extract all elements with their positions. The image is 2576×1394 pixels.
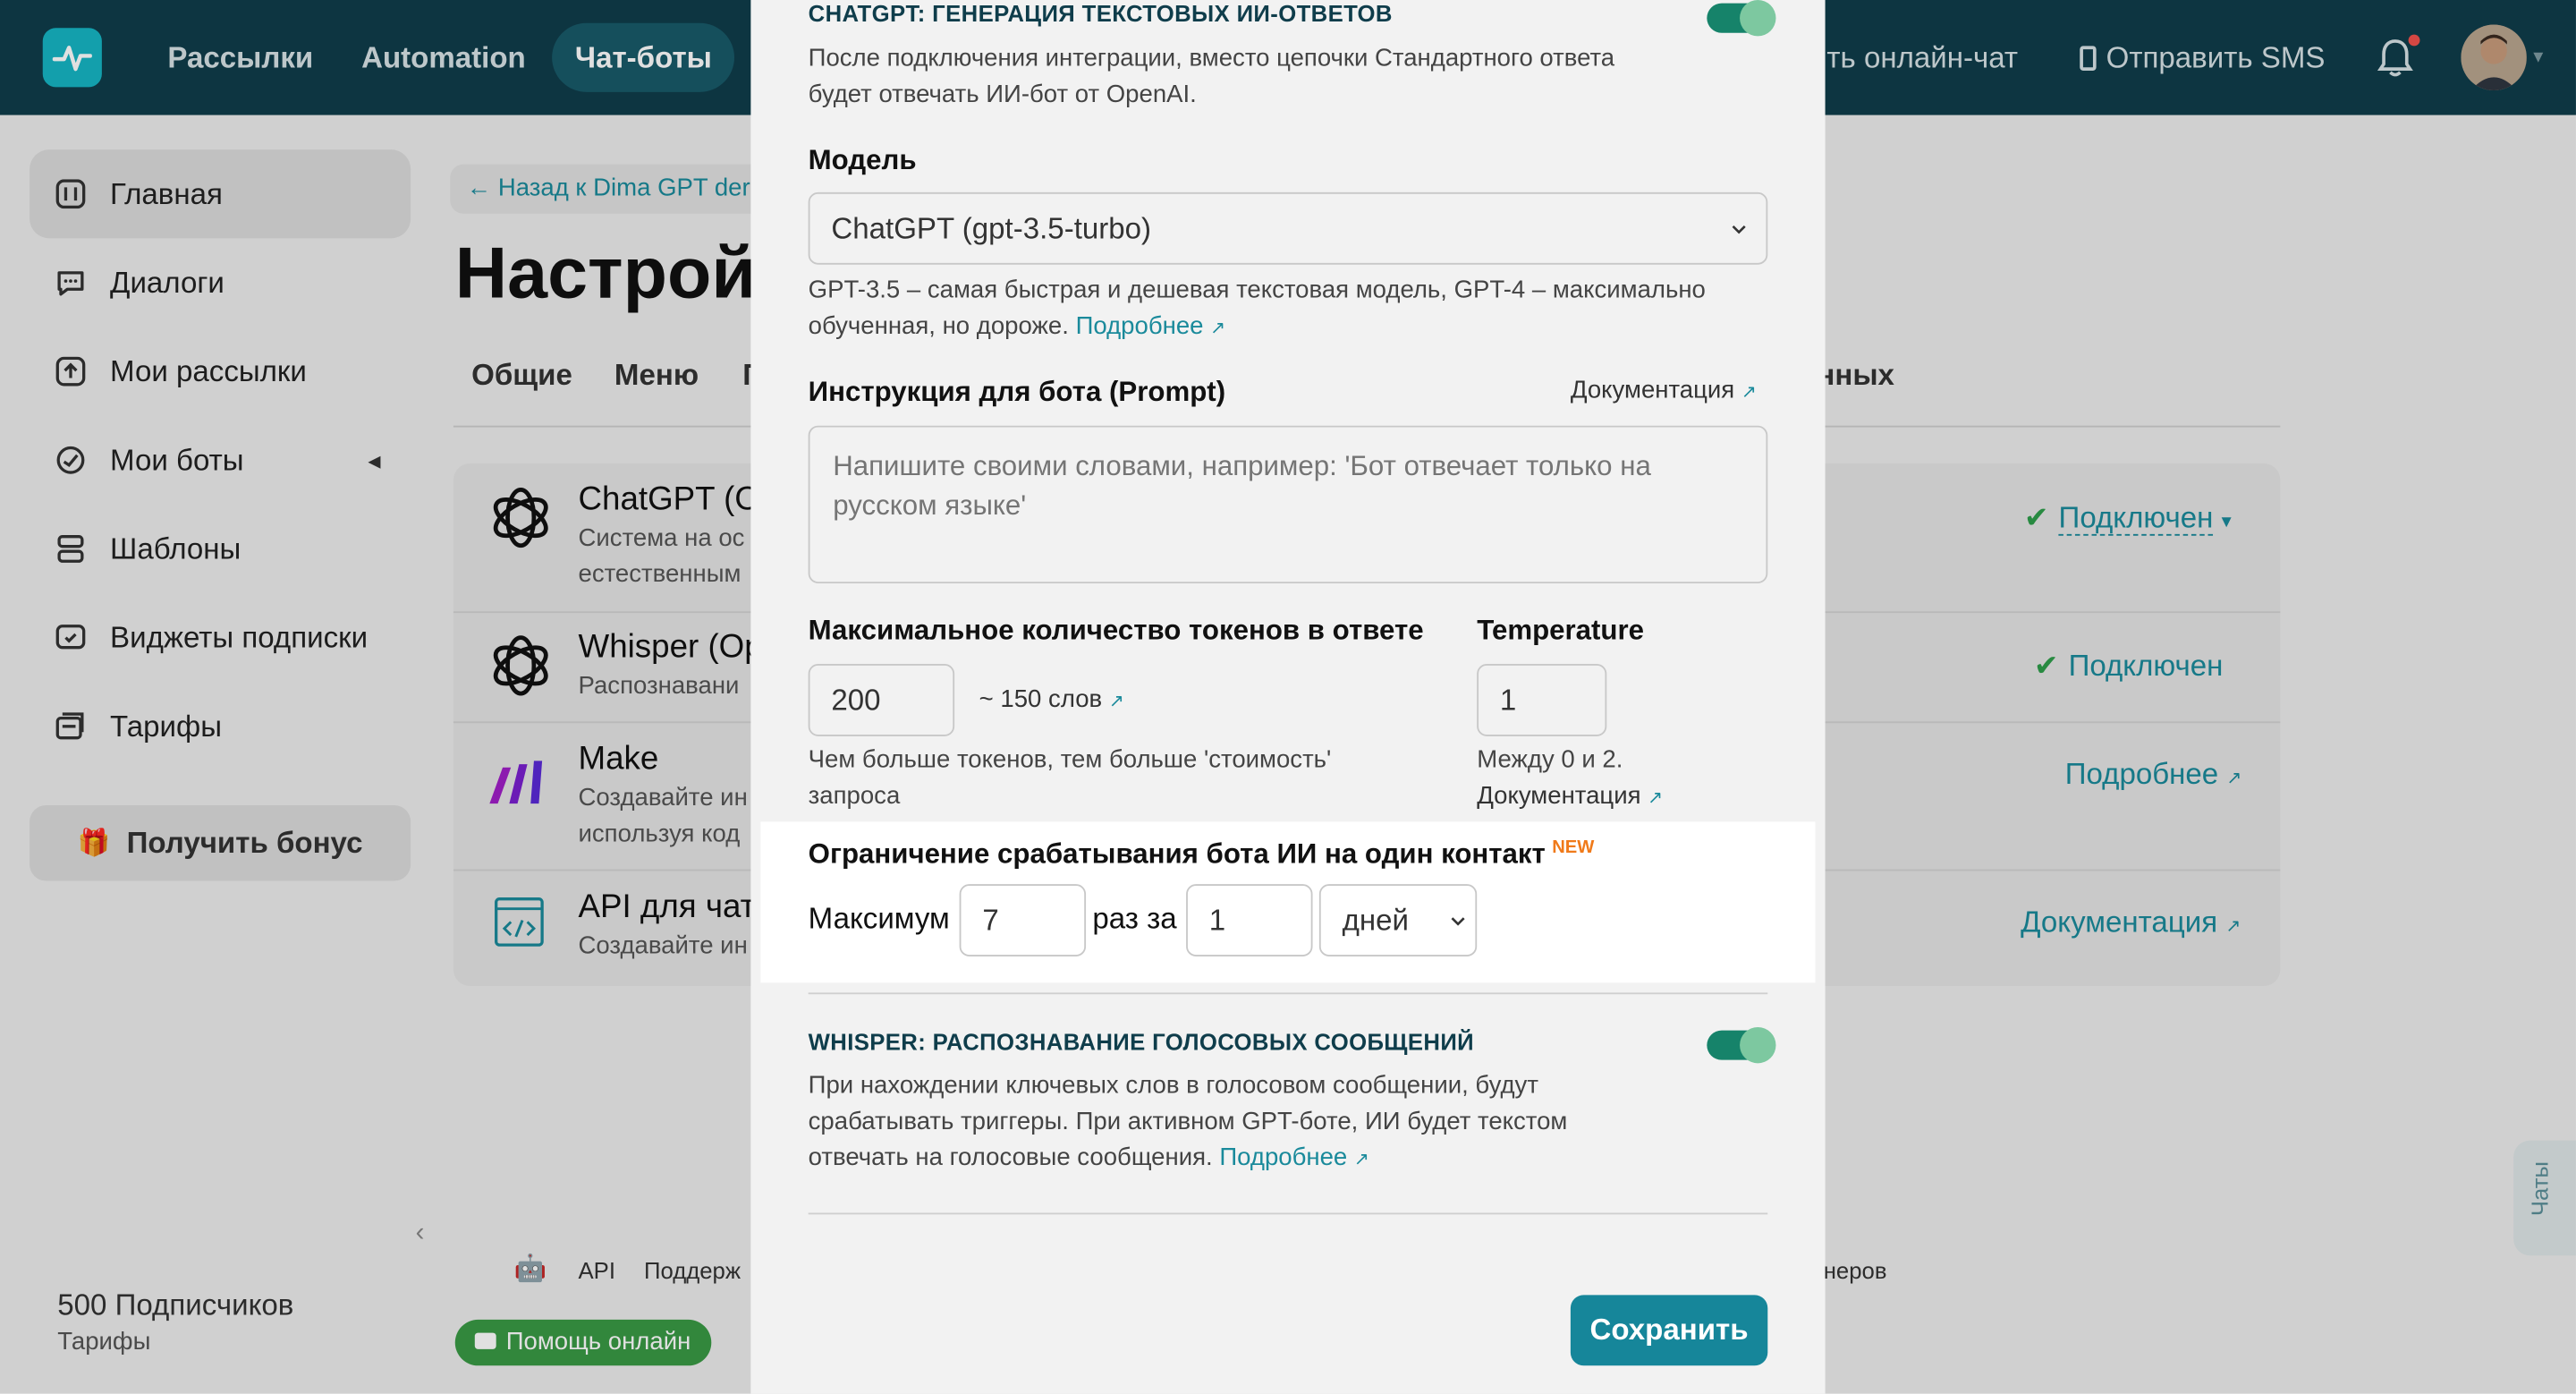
whisper-more-link[interactable]: Подробнее [1219, 1143, 1347, 1171]
external-link-icon: ↗ [1648, 788, 1664, 809]
limit-unit-value: дней [1342, 904, 1409, 937]
toggle-knob [1740, 0, 1776, 37]
external-link-icon: ↗ [1108, 692, 1124, 712]
tokens-hint: запроса [808, 782, 901, 811]
model-hint: GPT-3.5 – самая быстрая и дешевая тексто… [808, 276, 1706, 304]
bot-settings-modal: CHATGPT: ГЕНЕРАЦИЯ ТЕКСТОВЫХ ИИ-ОТВЕТОВ … [750, 0, 1826, 1394]
tokens-hint: Чем больше токенов, тем больше 'стоимост… [808, 745, 1332, 775]
toggle-knob [1740, 1026, 1776, 1064]
temperature-docs-label: Документация [1477, 782, 1641, 811]
prompt-docs-label: Документация [1570, 376, 1735, 404]
model-select[interactable]: ChatGPT (gpt-3.5-turbo) [808, 191, 1768, 265]
model-hint-line2: обученная, но дороже. Подробнее ↗ [809, 309, 1225, 346]
limit-per-label: раз за [1092, 902, 1177, 936]
whisper-desc-line3: отвечать на голосовые сообщения. Подробн… [809, 1141, 1369, 1178]
limit-period-input[interactable] [1186, 884, 1313, 956]
chatgpt-desc: будет отвечать ИИ-бот от OpenAI. [808, 80, 1197, 109]
temperature-hint: Между 0 и 2. [1477, 745, 1623, 775]
model-select-value: ChatGPT (gpt-3.5-turbo) [831, 211, 1152, 245]
prompt-docs-link[interactable]: Документация ↗ [1571, 377, 1757, 404]
save-button[interactable]: Сохранить [1570, 1295, 1768, 1366]
external-link-icon: ↗ [1210, 319, 1226, 339]
tokens-words-link[interactable]: ~ 150 слов ↗ [979, 685, 1124, 713]
ai-limit-label: Ограничение срабатывания бота ИИ на один… [808, 837, 1546, 870]
limit-max-label: Максимум [808, 902, 950, 936]
temperature-label: Temperature [1477, 614, 1645, 646]
chatgpt-desc: После подключения интеграции, вместо цеп… [808, 44, 1615, 72]
whisper-desc: При нахождении ключевых слов в голосовом… [808, 1071, 1538, 1100]
section-divider [808, 1212, 1768, 1215]
ai-limit-highlight: Ограничение срабатывания бота ИИ на один… [760, 821, 1816, 983]
max-tokens-input[interactable] [808, 664, 955, 736]
whisper-desc: срабатывать триггеры. При активном GPT-б… [808, 1107, 1568, 1136]
temperature-input[interactable] [1477, 664, 1607, 736]
external-link-icon: ↗ [1741, 382, 1757, 403]
whisper-desc-text: отвечать на голосовые сообщения. [808, 1143, 1213, 1172]
tokens-words-label: ~ 150 слов [979, 684, 1103, 714]
limit-max-input[interactable] [959, 884, 1087, 956]
temperature-docs-link[interactable]: Документация ↗ [1477, 779, 1663, 817]
external-link-icon: ↗ [1353, 1150, 1369, 1170]
model-more-link[interactable]: Подробнее [1076, 312, 1204, 340]
whisper-section-title: WHISPER: РАСПОЗНАВАНИЕ ГОЛОСОВЫХ СООБЩЕН… [808, 1028, 1475, 1056]
model-label: Модель [808, 144, 917, 176]
whisper-toggle[interactable] [1707, 1026, 1776, 1064]
prompt-label: Инструкция для бота (Prompt) [808, 376, 1226, 408]
section-divider [808, 992, 1768, 995]
ai-limit-title: Ограничение срабатывания бота ИИ на один… [809, 838, 1595, 871]
limit-unit-select[interactable]: дней [1318, 884, 1478, 956]
chevron-down-icon [1732, 225, 1746, 234]
chatgpt-toggle[interactable] [1707, 0, 1776, 37]
chevron-down-icon [1451, 917, 1465, 926]
prompt-textarea[interactable] [808, 425, 1768, 584]
new-badge: NEW [1552, 837, 1595, 858]
max-tokens-label: Максимальное количество токенов в ответе [808, 614, 1424, 646]
chatgpt-section-title: CHATGPT: ГЕНЕРАЦИЯ ТЕКСТОВЫХ ИИ-ОТВЕТОВ [808, 0, 1393, 27]
model-hint-text: обученная, но дороже. [808, 311, 1069, 341]
